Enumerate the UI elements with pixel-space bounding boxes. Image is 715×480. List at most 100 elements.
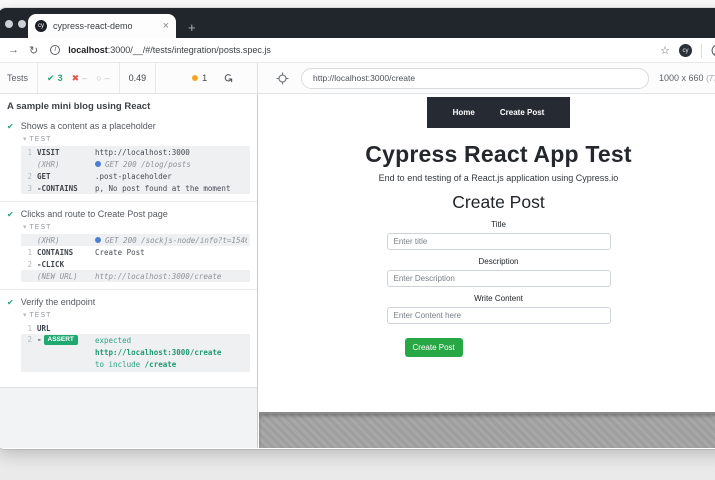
stat-passed: ✔ 3 (47, 73, 63, 84)
runner-main: A sample mini blog using React ✔ Shows a… (0, 94, 715, 448)
active-count: 1 (202, 73, 207, 83)
assert-message: expected http://localhost:3000/createto … (95, 335, 247, 371)
selector-playground-icon[interactable] (276, 72, 289, 85)
test-passed-icon: ✔ (7, 298, 14, 307)
browser-tab[interactable]: cy cypress-react-demo × (28, 14, 176, 38)
reporter-header: Tests ✔ 3 ✖ – ○ – 0.49 1 ↻ (0, 63, 258, 93)
test-section-toggle[interactable]: ▾TEST (23, 223, 250, 231)
cypress-toolbar: Tests ✔ 3 ✖ – ○ – 0.49 1 ↻ (0, 63, 715, 94)
browser-titlebar: cy cypress-react-demo × + (0, 8, 715, 38)
xhr-dot-icon (95, 237, 101, 243)
address-host: localhost (68, 45, 108, 55)
aut-url-field[interactable]: http://localhost:3000/create (301, 68, 649, 89)
failed-x-icon: ✖ (72, 73, 80, 84)
minimize-window-icon[interactable] (18, 20, 26, 28)
assert-row[interactable]: 2 -ASSERT expected http://localhost:3000… (21, 334, 250, 372)
xhr-message: GET 200 /sockjs-node/info?t=1546869… (105, 236, 247, 245)
tab-close-icon[interactable]: × (163, 21, 169, 32)
command-message: http://localhost:3000 (95, 148, 247, 157)
viewport-scale: (77%) (706, 74, 715, 83)
command-number: 2 (21, 335, 37, 344)
test-passed-icon: ✔ (7, 210, 14, 219)
test-section-toggle[interactable]: ▾TEST (23, 311, 250, 319)
command-row[interactable]: 2 -CLICK (21, 258, 250, 270)
command-row[interactable]: 2 GET .post-placeholder (21, 170, 250, 182)
tests-collapse-toggle[interactable]: Tests (0, 63, 38, 93)
address-bar[interactable]: localhost:3000/__/#/tests/integration/po… (68, 45, 271, 55)
suite-title[interactable]: A sample mini blog using React (7, 101, 250, 112)
forward-icon[interactable]: → (8, 44, 19, 56)
aut-iframe: Home Create Post Cypress React App Test … (259, 94, 715, 448)
active-indicator: 1 (192, 73, 207, 83)
browser-window: cy cypress-react-demo × + → ↻ i localhos… (0, 8, 715, 449)
xhr-dot-icon (95, 161, 101, 167)
command-row[interactable]: 1 CONTAINS Create Post (21, 246, 250, 258)
app-navbar: Home Create Post (427, 97, 570, 128)
test-name: Verify the endpoint (21, 297, 96, 307)
close-window-icon[interactable] (5, 20, 13, 28)
divider (0, 201, 257, 202)
test-title-row[interactable]: ✔ Clicks and route to Create Post page (7, 209, 250, 219)
command-number: 1 (21, 324, 37, 333)
new-tab-button[interactable]: + (188, 21, 196, 34)
description-input[interactable] (387, 270, 611, 287)
profile-avatar-icon[interactable] (711, 44, 715, 57)
command-method: -CONTAINS (37, 184, 95, 193)
assert-badge: ASSERT (44, 335, 78, 345)
caret-down-icon: ▾ (23, 224, 27, 231)
bookmark-star-icon[interactable]: ☆ (660, 44, 670, 57)
app-subtitle: End to end testing of a React.js applica… (259, 173, 715, 183)
stat-pending: ○ – (96, 73, 109, 83)
app-title: Cypress React App Test (259, 141, 715, 168)
xhr-badge: (XHR) (37, 160, 95, 169)
command-method: URL (37, 324, 95, 333)
test-passed-icon: ✔ (7, 122, 14, 131)
nav-home-link[interactable]: Home (453, 108, 475, 117)
test-title-row[interactable]: ✔ Verify the endpoint (7, 297, 250, 307)
new-url-row[interactable]: (NEW URL) http://localhost:3000/create (21, 270, 250, 282)
passed-check-icon: ✔ (47, 73, 55, 84)
reporter-panel: A sample mini blog using React ✔ Shows a… (0, 94, 258, 448)
description-label: Description (387, 257, 611, 266)
test-name: Shows a content as a placeholder (21, 121, 156, 131)
caret-down-icon: ▾ (23, 136, 27, 143)
command-method: VISIT (37, 148, 95, 157)
new-url-badge: (NEW URL) (37, 272, 95, 281)
divider (701, 44, 702, 58)
viewport-dimensions: 1000 x 660 (659, 73, 704, 83)
caret-down-icon: ▾ (23, 312, 27, 319)
test-section-toggle[interactable]: ▾TEST (23, 135, 250, 143)
command-method: -ASSERT (37, 335, 95, 345)
address-path: :3000/__/#/tests/integration/posts.spec.… (108, 45, 271, 55)
command-message: .post-placeholder (95, 172, 247, 181)
test-title-row[interactable]: ✔ Shows a content as a placeholder (7, 121, 250, 131)
restart-tests-icon[interactable]: ↻ (221, 73, 235, 83)
reload-icon[interactable]: ↻ (29, 44, 38, 57)
orange-dot-icon (192, 75, 198, 81)
xhr-badge: (XHR) (37, 236, 95, 245)
command-method: CONTAINS (37, 248, 95, 257)
title-input[interactable] (387, 233, 611, 250)
nav-create-post-link[interactable]: Create Post (500, 108, 544, 117)
test-commands: ▾TEST (XHR) GET 200 /sockjs-node/info?t=… (21, 223, 250, 282)
command-message: p, No post found at the moment (95, 184, 247, 193)
command-row[interactable]: 3 -CONTAINS p, No post found at the mome… (21, 182, 250, 194)
page-info-icon[interactable]: i (50, 45, 60, 55)
pending-circle-icon: ○ (96, 73, 101, 83)
test-commands: ▾TEST 1 VISIT http://localhost:3000 (XHR… (21, 135, 250, 194)
xhr-message: GET 200 /blog/posts (105, 160, 247, 169)
xhr-row[interactable]: (XHR) GET 200 /blog/posts (21, 158, 250, 170)
command-method: -CLICK (37, 260, 95, 269)
viewport-size: 1000 x 660 (77%) (659, 73, 715, 83)
title-label: Title (387, 220, 611, 229)
content-input[interactable] (387, 307, 611, 324)
cypress-extension-icon[interactable]: cy (679, 44, 692, 57)
tab-title: cypress-react-demo (53, 21, 159, 31)
command-row[interactable]: 1 URL (21, 322, 250, 334)
command-row[interactable]: 1 VISIT http://localhost:3000 (21, 146, 250, 158)
create-post-button[interactable]: Create Post (405, 338, 463, 357)
command-method: GET (37, 172, 95, 181)
command-log: A sample mini blog using React ✔ Shows a… (0, 94, 257, 388)
command-number: 2 (21, 260, 37, 269)
xhr-row[interactable]: (XHR) GET 200 /sockjs-node/info?t=154686… (21, 234, 250, 246)
